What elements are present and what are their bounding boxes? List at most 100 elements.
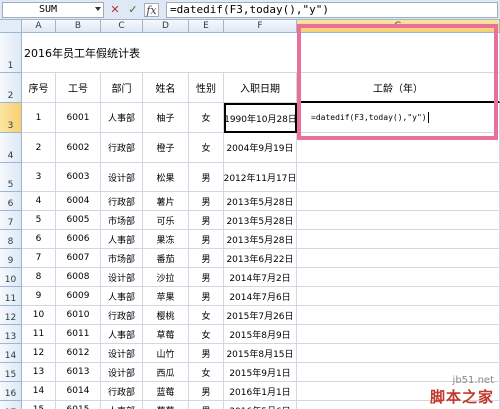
name-box[interactable]: SUM — [2, 2, 104, 18]
cell-emp-no[interactable]: 6014 — [56, 382, 101, 401]
cell-hire-date[interactable]: 1990年10月28日 — [224, 103, 297, 133]
cell-name[interactable]: 蓝莓 — [143, 382, 189, 401]
cell-gender[interactable]: 男 — [189, 268, 224, 287]
cell-hire-date[interactable]: 2014年7月6日 — [224, 287, 297, 306]
cell-hire-date[interactable]: 2013年6月22日 — [224, 249, 297, 268]
cell-emp-no[interactable]: 6005 — [56, 211, 101, 230]
cell-emp-no[interactable]: 6008 — [56, 268, 101, 287]
cell-dept[interactable]: 行政部 — [101, 306, 143, 325]
cell-hire-date[interactable]: 2016年1月1日 — [224, 382, 297, 401]
cell-dept[interactable]: 人事部 — [101, 325, 143, 344]
cell-dept[interactable]: 行政部 — [101, 133, 143, 163]
row-header-13[interactable]: 13 — [0, 325, 22, 344]
cell-hire-date[interactable]: 2013年5月28日 — [224, 230, 297, 249]
row-header-1[interactable]: 1 — [0, 33, 22, 73]
column-header-g[interactable]: G — [297, 20, 500, 33]
row-header-7[interactable]: 7 — [0, 211, 22, 230]
cell-seq[interactable]: 1 — [22, 103, 56, 133]
cell-seq[interactable]: 15 — [22, 401, 56, 409]
cell-dept[interactable]: 设计部 — [101, 363, 143, 382]
cell-seq[interactable]: 4 — [22, 192, 56, 211]
cell-name[interactable]: 苹果 — [143, 287, 189, 306]
cell-dept[interactable]: 人事部 — [101, 103, 143, 133]
cell-emp-no[interactable]: 6001 — [56, 103, 101, 133]
column-header-b[interactable]: B — [56, 20, 101, 33]
cell-seniority[interactable] — [297, 306, 500, 325]
cell-emp-no[interactable]: 6007 — [56, 249, 101, 268]
cancel-icon[interactable]: ✕ — [108, 3, 122, 17]
insert-function-icon[interactable]: fx — [144, 3, 159, 17]
cell-name[interactable]: 柚子 — [143, 103, 189, 133]
cell-name[interactable]: 山竹 — [143, 344, 189, 363]
cell-dept[interactable]: 设计部 — [101, 163, 143, 192]
cell-emp-no[interactable]: 6011 — [56, 325, 101, 344]
cell-seniority[interactable] — [297, 192, 500, 211]
column-header-c[interactable]: C — [101, 20, 143, 33]
cell-hire-date[interactable]: 2015年8月15日 — [224, 344, 297, 363]
column-header-e[interactable]: E — [189, 20, 224, 33]
cell-dept[interactable]: 市场部 — [101, 211, 143, 230]
cell-name[interactable]: 松果 — [143, 163, 189, 192]
cell-seq[interactable]: 12 — [22, 344, 56, 363]
cell-hire-date[interactable]: 2012年11月17日 — [224, 163, 297, 192]
cell-gender[interactable]: 男 — [189, 211, 224, 230]
cell-seq[interactable]: 9 — [22, 287, 56, 306]
cell-editing-formula[interactable]: =datedif(F3,today(),"y") — [297, 103, 500, 133]
cell-hire-date[interactable]: 2015年9月1日 — [224, 363, 297, 382]
formula-input[interactable]: =datedif(F3,today(),"y") — [166, 2, 498, 18]
cell-seniority[interactable] — [297, 249, 500, 268]
cell-hire-date[interactable]: 2015年7月26日 — [224, 306, 297, 325]
cell-seq[interactable]: 7 — [22, 249, 56, 268]
row-header-15[interactable]: 15 — [0, 363, 22, 382]
cell-seniority[interactable] — [297, 268, 500, 287]
cell-dept[interactable]: 市场部 — [101, 249, 143, 268]
column-header-f[interactable]: F — [224, 20, 297, 33]
row-header-4[interactable]: 4 — [0, 133, 22, 163]
row-header-12[interactable]: 12 — [0, 306, 22, 325]
cell-name[interactable]: 樱桃 — [143, 306, 189, 325]
cell-gender[interactable]: 女 — [189, 325, 224, 344]
cell-seniority[interactable] — [297, 230, 500, 249]
cell-dept[interactable]: 人事部 — [101, 230, 143, 249]
column-header-d[interactable]: D — [143, 20, 189, 33]
row-header-9[interactable]: 9 — [0, 249, 22, 268]
row-header-3[interactable]: 3 — [0, 103, 22, 133]
cell-emp-no[interactable]: 6012 — [56, 344, 101, 363]
cell-seq[interactable]: 14 — [22, 382, 56, 401]
row-header-8[interactable]: 8 — [0, 230, 22, 249]
cell-seniority[interactable] — [297, 325, 500, 344]
cell-seq[interactable]: 10 — [22, 306, 56, 325]
row-header-5[interactable]: 5 — [0, 163, 22, 192]
cell-dept[interactable]: 行政部 — [101, 192, 143, 211]
cell-seq[interactable]: 11 — [22, 325, 56, 344]
cell-seniority[interactable] — [297, 344, 500, 363]
column-header-a[interactable]: A — [22, 20, 56, 33]
row-header-11[interactable]: 11 — [0, 287, 22, 306]
cell-gender[interactable]: 男 — [189, 192, 224, 211]
cell-gender[interactable]: 女 — [189, 363, 224, 382]
cell-gender[interactable]: 男 — [189, 249, 224, 268]
cell-seq[interactable]: 8 — [22, 268, 56, 287]
cell-gender[interactable]: 女 — [189, 306, 224, 325]
cell-gender[interactable]: 男 — [189, 230, 224, 249]
chevron-down-icon[interactable] — [95, 7, 101, 11]
cell-seq[interactable]: 13 — [22, 363, 56, 382]
cell-dept[interactable]: 设计部 — [101, 344, 143, 363]
cell-name[interactable]: 橙子 — [143, 133, 189, 163]
cell-name[interactable]: 可乐 — [143, 211, 189, 230]
cell-dept[interactable]: 人事部 — [101, 401, 143, 409]
cell-hire-date[interactable]: 2016年5月6日 — [224, 401, 297, 409]
row-header-17[interactable]: 17 — [0, 401, 22, 409]
row-header-16[interactable]: 16 — [0, 382, 22, 401]
cell-seniority[interactable] — [297, 287, 500, 306]
cell-hire-date[interactable]: 2013年5月28日 — [224, 211, 297, 230]
row-header-6[interactable]: 6 — [0, 192, 22, 211]
cell-seq[interactable]: 2 — [22, 133, 56, 163]
cell-emp-no[interactable]: 6004 — [56, 192, 101, 211]
cell-emp-no[interactable]: 6013 — [56, 363, 101, 382]
cell-emp-no[interactable]: 6002 — [56, 133, 101, 163]
cell-seniority[interactable] — [297, 163, 500, 192]
cell-hire-date[interactable]: 2014年7月2日 — [224, 268, 297, 287]
cell-gender[interactable]: 男 — [189, 163, 224, 192]
row-header-14[interactable]: 14 — [0, 344, 22, 363]
